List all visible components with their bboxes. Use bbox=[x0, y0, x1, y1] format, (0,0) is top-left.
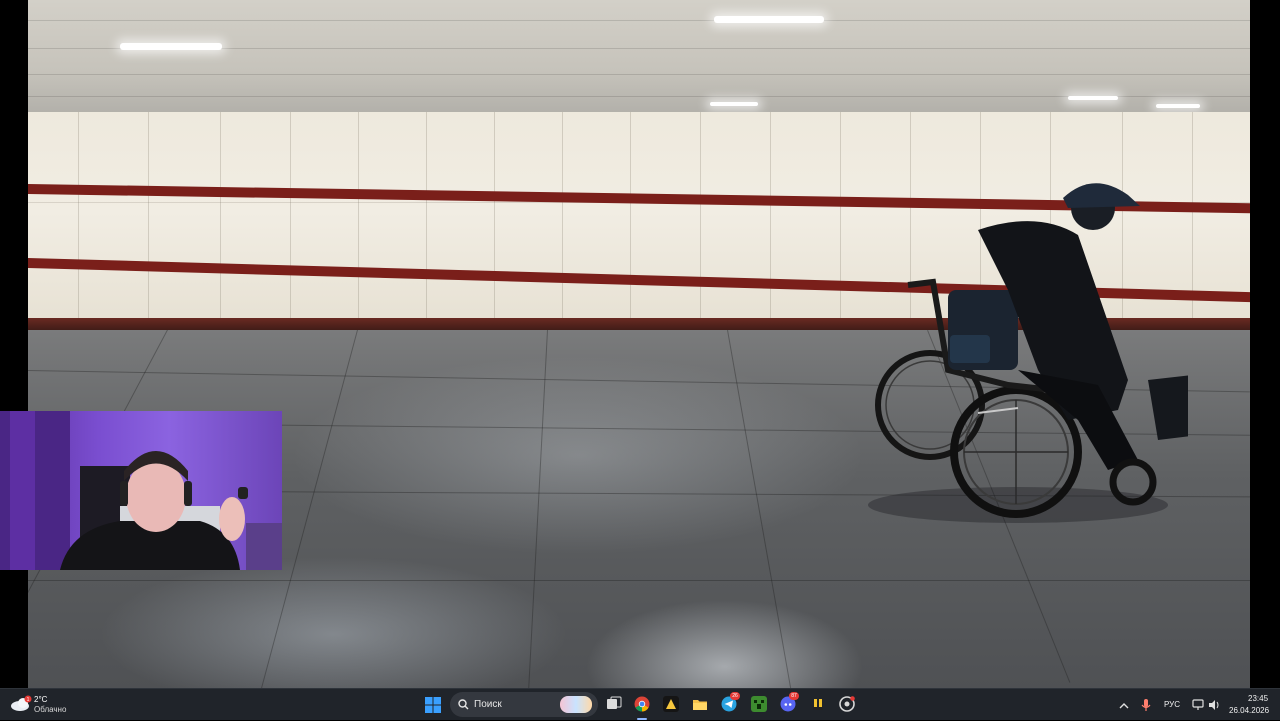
video-frame[interactable] bbox=[28, 0, 1250, 688]
ceiling-light bbox=[710, 102, 758, 106]
show-hidden-icons-button[interactable] bbox=[1118, 699, 1130, 711]
folder-icon bbox=[693, 700, 707, 710]
media-app-button[interactable] bbox=[663, 696, 679, 712]
telegram-badge: 26 bbox=[730, 692, 740, 700]
chrome-icon bbox=[634, 696, 650, 712]
weather-condition: Облачно bbox=[34, 705, 67, 714]
ceiling-light bbox=[1068, 96, 1118, 100]
recording-icon bbox=[839, 696, 855, 712]
windows-start-icon bbox=[425, 697, 441, 713]
task-view-button[interactable] bbox=[606, 696, 622, 712]
ceiling-light bbox=[1156, 104, 1200, 108]
cloudy-weather-icon: 1 bbox=[11, 695, 32, 711]
volume-indicator[interactable] bbox=[1208, 698, 1220, 712]
tools-taskbar-button[interactable] bbox=[810, 696, 826, 712]
search-highlight-icon bbox=[560, 696, 592, 713]
search-placeholder: Поиск bbox=[474, 699, 502, 710]
start-button[interactable] bbox=[424, 696, 442, 714]
clock-time[interactable]: 23:45 bbox=[1248, 694, 1268, 703]
telegram-taskbar-button[interactable]: 26 bbox=[721, 692, 740, 712]
tools-icon bbox=[813, 699, 823, 710]
minecraft-taskbar-button[interactable] bbox=[751, 696, 767, 712]
svg-text:1: 1 bbox=[27, 697, 30, 703]
taskbar-search-box[interactable]: Поиск bbox=[450, 692, 598, 717]
task-view-icon bbox=[607, 696, 622, 709]
file-explorer-button[interactable] bbox=[692, 696, 708, 712]
network-icon bbox=[1192, 699, 1204, 710]
microphone-indicator[interactable] bbox=[1140, 698, 1152, 712]
wheelchair-person bbox=[868, 183, 1188, 523]
input-language[interactable]: РУС bbox=[1164, 700, 1180, 709]
minecraft-icon bbox=[754, 700, 764, 709]
discord-taskbar-button[interactable]: 87 bbox=[780, 692, 799, 712]
discord-badge: 87 bbox=[789, 692, 799, 700]
chevron-up-icon bbox=[1119, 703, 1129, 709]
ceiling-light bbox=[714, 16, 824, 23]
search-icon bbox=[458, 699, 469, 710]
microphone-icon bbox=[1141, 699, 1151, 711]
tunnel-ceiling bbox=[28, 0, 1250, 118]
ceiling-light bbox=[120, 43, 222, 50]
speaker-icon bbox=[1209, 700, 1219, 710]
streamer-webcam bbox=[0, 411, 282, 570]
weather-temperature: 2°C bbox=[34, 695, 48, 704]
media-app-icon bbox=[666, 699, 676, 709]
webcam-scene bbox=[0, 411, 282, 570]
chrome-taskbar-button[interactable] bbox=[634, 696, 650, 712]
network-indicator[interactable] bbox=[1192, 698, 1204, 712]
recording-taskbar-button[interactable] bbox=[839, 696, 855, 712]
windows-taskbar: 1 2°C Облачно Поиск 26 87 РУС 23:45 26.0… bbox=[0, 688, 1280, 720]
weather-widget[interactable]: 1 2°C Облачно bbox=[8, 689, 78, 721]
clock-date[interactable]: 26.04.2026 bbox=[1229, 706, 1269, 715]
